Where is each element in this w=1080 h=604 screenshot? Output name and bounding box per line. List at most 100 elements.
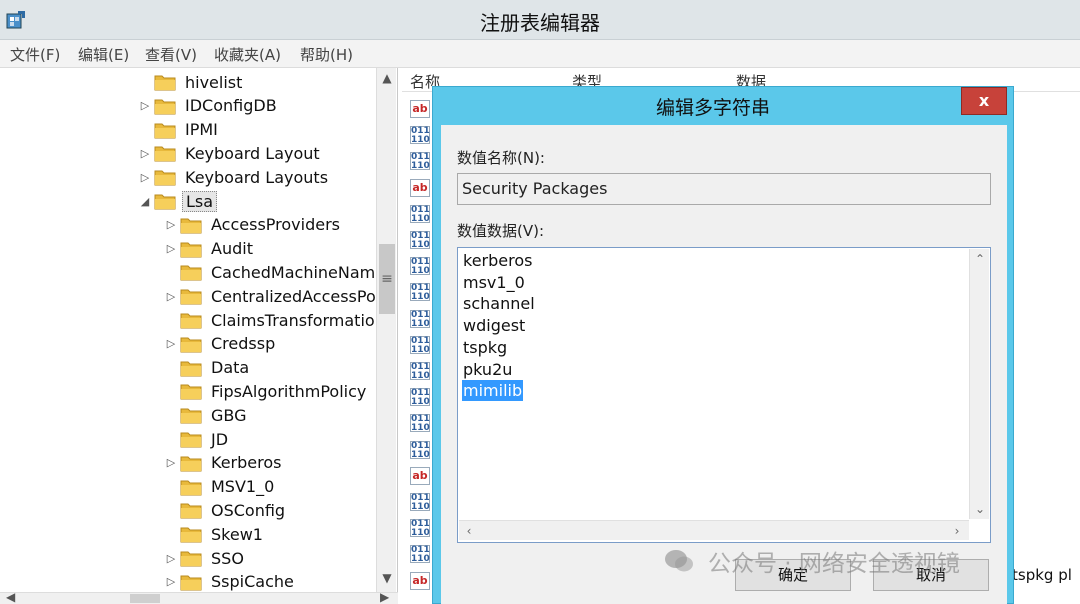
folder-icon bbox=[180, 289, 202, 305]
tree-item-label: SspiCache bbox=[211, 572, 294, 592]
string-value-icon: ab bbox=[410, 100, 430, 118]
binary-value-icon: 011 110 bbox=[410, 257, 430, 277]
binary-value-icon: 011 110 bbox=[410, 362, 430, 381]
tree-item-label: Audit bbox=[211, 239, 253, 259]
chevron-up-icon[interactable]: ⌃ bbox=[970, 249, 990, 269]
tree-item-label: IPMI bbox=[185, 120, 218, 140]
edit-multistring-dialog: 编辑多字符串 x 数值名称(N): Security Packages 数值数据… bbox=[432, 86, 1014, 604]
tree-item[interactable]: hivelist bbox=[138, 70, 245, 94]
tree-item-label: CentralizedAccessPo bbox=[211, 286, 376, 306]
tree-item[interactable]: FipsAlgorithmPolicy bbox=[164, 379, 369, 403]
data-line[interactable]: msv1_0 bbox=[462, 272, 526, 293]
tree-item[interactable]: ▷ SSO bbox=[164, 546, 247, 570]
data-line[interactable]: pku2u bbox=[462, 359, 513, 380]
expand-arrow-icon[interactable]: ▷ bbox=[164, 575, 178, 588]
expand-arrow-icon[interactable]: ▷ bbox=[138, 171, 152, 184]
folder-icon bbox=[180, 408, 202, 424]
tree-horizontal-scrollbar[interactable]: ◀ ▶ bbox=[0, 590, 398, 604]
menu-view[interactable]: 查看(V) bbox=[145, 44, 197, 65]
data-line[interactable]: wdigest bbox=[462, 315, 526, 336]
title-bar: 注册表编辑器 bbox=[0, 0, 1080, 40]
data-vertical-scrollbar[interactable]: ⌃ ⌄ bbox=[969, 249, 989, 519]
menu-file[interactable]: 文件(F) bbox=[10, 44, 60, 65]
tree-item-label: GBG bbox=[211, 405, 247, 425]
tree-item-label: MSV1_0 bbox=[211, 477, 275, 497]
tree-item[interactable]: ▷ Audit bbox=[164, 237, 256, 261]
dialog-title: 编辑多字符串 bbox=[655, 97, 770, 119]
value-name-label: 数值名称(N): bbox=[457, 149, 545, 167]
menu-help[interactable]: 帮助(H) bbox=[300, 44, 353, 65]
data-line[interactable]: schannel bbox=[462, 293, 536, 314]
expand-arrow-icon[interactable]: ▷ bbox=[164, 456, 178, 469]
folder-icon bbox=[180, 480, 202, 496]
scroll-up-icon[interactable]: ▲ bbox=[377, 68, 397, 88]
tree-item[interactable]: ▷ SspiCache bbox=[164, 570, 297, 594]
scroll-down-icon[interactable]: ▼ bbox=[377, 568, 397, 588]
data-line[interactable]: kerberos bbox=[462, 250, 533, 271]
string-value-icon: ab bbox=[410, 571, 430, 590]
value-data-textarea[interactable]: ⌃ ⌄ ‹ › kerberos msv1_0 schannel wdigest tsp… bbox=[457, 247, 991, 543]
tree-vertical-scrollbar[interactable]: ▲ ≡ ▼ bbox=[376, 68, 396, 592]
tree-item[interactable]: ClaimsTransformation bbox=[164, 308, 388, 332]
data-horizontal-scrollbar[interactable]: ‹ › bbox=[459, 520, 969, 540]
scroll-thumb[interactable]: ≡ bbox=[379, 244, 395, 314]
tree-item[interactable]: MSV1_0 bbox=[164, 475, 277, 499]
binary-value-icon: 011 110 bbox=[410, 440, 430, 460]
binary-value-icon: 011 110 bbox=[410, 152, 430, 172]
tree-item[interactable]: IPMI bbox=[138, 118, 221, 142]
tree-item[interactable]: ▷ CentralizedAccessPo bbox=[164, 284, 379, 308]
tree-item[interactable]: Data bbox=[164, 356, 252, 380]
expand-arrow-icon[interactable]: ◢ bbox=[138, 195, 152, 208]
tree-item[interactable]: ▷ Keyboard Layouts bbox=[138, 165, 331, 189]
folder-icon bbox=[154, 123, 176, 139]
expand-arrow-icon[interactable]: ▷ bbox=[138, 99, 152, 112]
folder-icon bbox=[180, 384, 202, 400]
expand-arrow-icon[interactable]: ▷ bbox=[164, 242, 178, 255]
tree-item[interactable]: CachedMachineName bbox=[164, 260, 388, 284]
tree-item[interactable]: ▷ Kerberos bbox=[164, 451, 284, 475]
expand-arrow-icon[interactable]: ▷ bbox=[138, 147, 152, 160]
tree-item-label: AccessProviders bbox=[211, 215, 340, 235]
chevron-left-icon[interactable]: ‹ bbox=[459, 521, 479, 541]
tree-item[interactable]: ▷ AccessProviders bbox=[164, 213, 343, 237]
folder-icon bbox=[180, 337, 202, 353]
tree-item[interactable]: OSConfig bbox=[164, 498, 288, 522]
close-button[interactable]: x bbox=[961, 87, 1007, 115]
data-line[interactable]: tspkg bbox=[462, 337, 508, 358]
value-name-field[interactable]: Security Packages bbox=[457, 173, 991, 205]
tree-item-label: IDConfigDB bbox=[185, 96, 277, 116]
tree-item[interactable]: ▷ Credssp bbox=[164, 332, 278, 356]
tree-item[interactable]: JD bbox=[164, 427, 231, 451]
tree-item[interactable]: ▷ IDConfigDB bbox=[138, 94, 280, 118]
tree-item-label: Credssp bbox=[211, 334, 276, 354]
expand-arrow-icon[interactable]: ▷ bbox=[164, 337, 178, 350]
expand-arrow-icon[interactable]: ▷ bbox=[164, 552, 178, 565]
menu-favorites[interactable]: 收藏夹(A) bbox=[214, 44, 281, 65]
data-line[interactable]: mimilib bbox=[462, 380, 524, 402]
scroll-left-icon[interactable]: ◀ bbox=[6, 590, 15, 604]
binary-value-icon: 011 110 bbox=[410, 388, 430, 408]
tree-item[interactable]: ▷ Keyboard Layout bbox=[138, 141, 323, 165]
tree-item[interactable]: ◢ Lsa bbox=[138, 189, 218, 213]
folder-icon bbox=[180, 503, 202, 519]
tree-item-label: hivelist bbox=[185, 72, 243, 92]
watermark-text: 公众号 · 网络安全透视镜 bbox=[708, 551, 960, 577]
value-data-label: 数值数据(V): bbox=[457, 222, 545, 240]
expand-arrow-icon[interactable]: ▷ bbox=[164, 218, 178, 231]
folder-icon bbox=[180, 265, 202, 281]
folder-icon bbox=[180, 218, 202, 234]
menu-edit[interactable]: 编辑(E) bbox=[78, 44, 129, 65]
scroll-right-icon[interactable]: ▶ bbox=[380, 590, 389, 604]
binary-value-icon: 011 110 bbox=[410, 283, 430, 303]
tree-item[interactable]: GBG bbox=[164, 403, 250, 427]
registry-tree: hivelist ▷ IDConfigDB IPMI ▷ Keyboard Layout ▷… bbox=[0, 68, 398, 604]
folder-icon bbox=[154, 194, 176, 210]
hscroll-thumb[interactable] bbox=[130, 594, 160, 603]
chevron-right-icon[interactable]: › bbox=[947, 521, 967, 541]
binary-value-icon: 011 110 bbox=[410, 545, 430, 565]
chevron-down-icon[interactable]: ⌄ bbox=[970, 499, 990, 519]
folder-icon bbox=[180, 432, 202, 448]
tree-item[interactable]: Skew1 bbox=[164, 522, 266, 546]
folder-icon bbox=[180, 527, 202, 543]
expand-arrow-icon[interactable]: ▷ bbox=[164, 290, 178, 303]
